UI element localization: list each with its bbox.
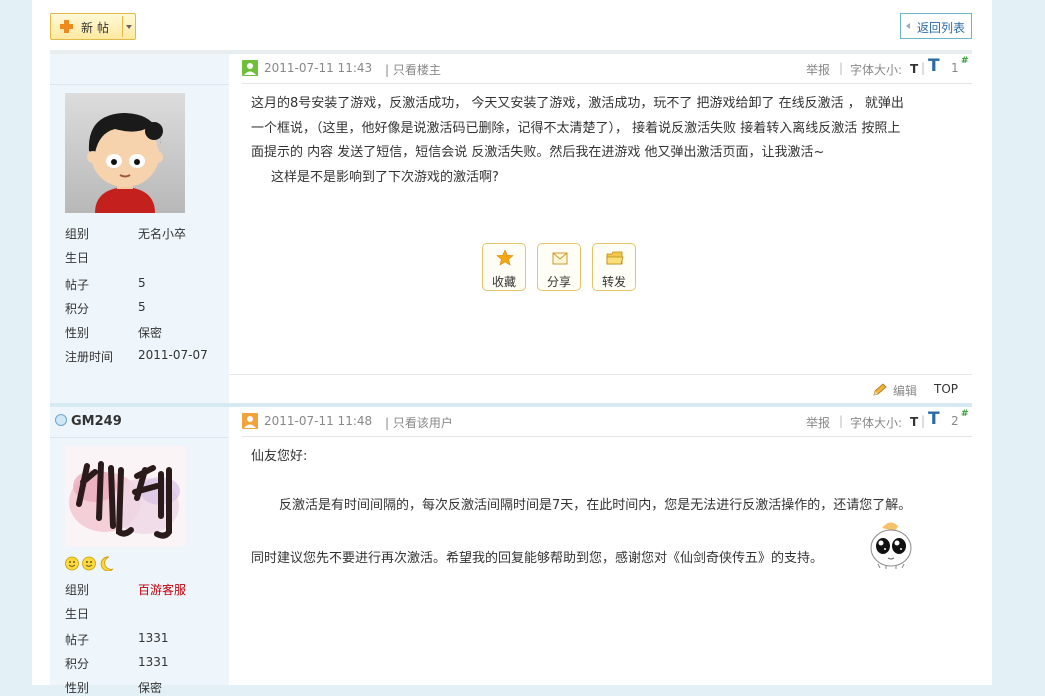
font-size-label: 字体大小: [850, 416, 903, 430]
content-line: 面提示的 内容 发送了短信，短信会说 反激活失败。然后我在进游戏 他又弹出激活页… [251, 145, 825, 160]
author-name-bar: GM249 [50, 407, 229, 438]
post-content: 仙友您好: 反激活是有时间间隔的，每次反激活间隔时间是7天，在此时间内，您是无法… [251, 445, 971, 572]
font-small-button[interactable]: T [910, 415, 918, 429]
back-to-top-link[interactable]: TOP [934, 382, 958, 396]
pencil-icon [873, 383, 887, 396]
content-line [251, 470, 971, 494]
info-value: 百游客服 [138, 583, 187, 597]
back-to-list-button[interactable]: 返回列表 [900, 13, 972, 39]
thread-toolbar: 新帖 返回列表 [50, 13, 972, 43]
font-size-label: 字体大小: [850, 63, 903, 77]
info-key: 生日 [65, 607, 90, 621]
post-date: 2011-07-11 11:43 [264, 61, 373, 75]
info-key: 帖子 [65, 278, 90, 292]
author-name[interactable]: GM249 [55, 414, 122, 429]
new-post-button[interactable]: 新帖 [50, 13, 136, 40]
content-line [251, 518, 971, 542]
info-value: 保密 [138, 681, 163, 695]
separator: | [921, 61, 926, 75]
floor-hash: # [961, 56, 969, 66]
forward-button[interactable]: 转发 [592, 243, 636, 291]
envelope-icon [552, 252, 568, 265]
info-value: 无名小卒 [138, 227, 187, 241]
info-value: 保密 [138, 326, 163, 340]
online-status-icon [55, 414, 67, 426]
favorite-label: 收藏 [491, 275, 516, 289]
post-footer: 编辑 TOP [229, 374, 972, 404]
button-separator [122, 16, 123, 37]
user-icon [242, 60, 258, 76]
info-value: 1331 [138, 655, 169, 669]
info-value: 2011-07-07 [138, 348, 208, 362]
report-link[interactable]: 举报 [806, 61, 830, 78]
info-key: 组别 [65, 583, 90, 597]
content-line: 这月的8号安装了游戏，反激活成功， 今天又安装了游戏，激活成功，玩不了 把游戏给… [251, 96, 904, 111]
only-author-link[interactable]: | 只看楼主 [385, 61, 441, 78]
star-icon [496, 250, 514, 266]
info-value: 5 [138, 300, 146, 314]
new-post-label: 新帖 [81, 21, 114, 35]
avatar-xianjian-logo [65, 446, 185, 547]
rank-icons [65, 556, 115, 574]
separator: | [839, 414, 844, 428]
favorite-button[interactable]: 收藏 [482, 243, 526, 291]
author-name-bar [50, 54, 229, 85]
back-to-list-label: 返回列表 [917, 21, 966, 35]
info-key: 积分 [65, 302, 90, 316]
report-link[interactable]: 举报 [806, 414, 830, 431]
info-value: 1331 [138, 631, 169, 645]
post-content: 这月的8号安装了游戏，反激活成功， 今天又安装了游戏，激活成功，玩不了 把游戏给… [251, 92, 971, 190]
forward-label: 转发 [601, 275, 626, 289]
share-button[interactable]: 分享 [537, 243, 581, 291]
content-line: 同时建议您先不要进行再次激活。希望我的回复能够帮助到您，感谢您对《仙剑奇侠传五》… [251, 551, 824, 566]
content-line: 仙友您好: [251, 449, 308, 464]
info-key: 性别 [65, 681, 90, 695]
info-key: 注册时间 [65, 350, 114, 364]
share-label: 分享 [546, 275, 571, 289]
post-meta-bar: 2011-07-11 11:43 | 只看楼主 举报 | 字体大小: T | T… [242, 53, 972, 84]
avatar[interactable] [65, 93, 185, 213]
folder-icon [606, 251, 624, 265]
font-big-button[interactable]: T [928, 409, 940, 429]
info-key: 性别 [65, 326, 90, 340]
author-sidebar: GM249 组别 百游客服 生日 帖子 1331 积分 1331 性别 保密 [50, 407, 229, 695]
font-small-button[interactable]: T [910, 62, 918, 76]
author-name-text: GM249 [71, 414, 122, 429]
forum-page: 新帖 返回列表 组别 无名小卒 生日 帖子 5 积分 5 性别 保密 注册时间 … [32, 0, 992, 695]
user-icon [242, 413, 258, 429]
chevron-down-icon[interactable] [126, 25, 132, 29]
plus-icon [60, 20, 73, 33]
floor-number[interactable]: 2 [951, 414, 959, 428]
info-key: 积分 [65, 657, 90, 671]
post-meta-bar: 2011-07-11 11:48 | 只看该用户 举报 | 字体大小: T | … [242, 406, 972, 437]
post-actions: 收藏 分享 转发 [482, 243, 642, 295]
content-line: 反激活是有时间间隔的，每次反激活间隔时间是7天，在此时间内，您是无法进行反激活操… [279, 497, 912, 513]
edit-link[interactable]: 编辑 [893, 382, 917, 399]
info-key: 帖子 [65, 633, 90, 647]
floor-hash: # [961, 409, 969, 419]
floor-number[interactable]: 1 [951, 61, 959, 75]
content-line: 一个框说，（这里，他好像是说激活码已删除，记得不太清楚了）， 接着说反激活失败 … [251, 120, 901, 136]
arrow-left-icon [906, 23, 910, 29]
info-key: 生日 [65, 251, 90, 265]
separator: | [921, 414, 926, 428]
author-sidebar: 组别 无名小卒 生日 帖子 5 积分 5 性别 保密 注册时间 2011-07-07 [50, 54, 229, 403]
info-value: 5 [138, 276, 146, 290]
post-date: 2011-07-11 11:48 [264, 414, 373, 428]
info-key: 组别 [65, 227, 90, 241]
separator: | [839, 61, 844, 75]
only-user-link[interactable]: | 只看该用户 [385, 414, 453, 431]
avatar-cartoon-boy [65, 93, 185, 213]
avatar[interactable] [65, 446, 185, 547]
font-big-button[interactable]: T [928, 56, 940, 76]
content-line: 这样是不是影响到了下次游戏的激活啊? [271, 169, 499, 185]
cute-emoticon-icon [870, 522, 912, 569]
rank-emoticon-icon [65, 556, 114, 572]
